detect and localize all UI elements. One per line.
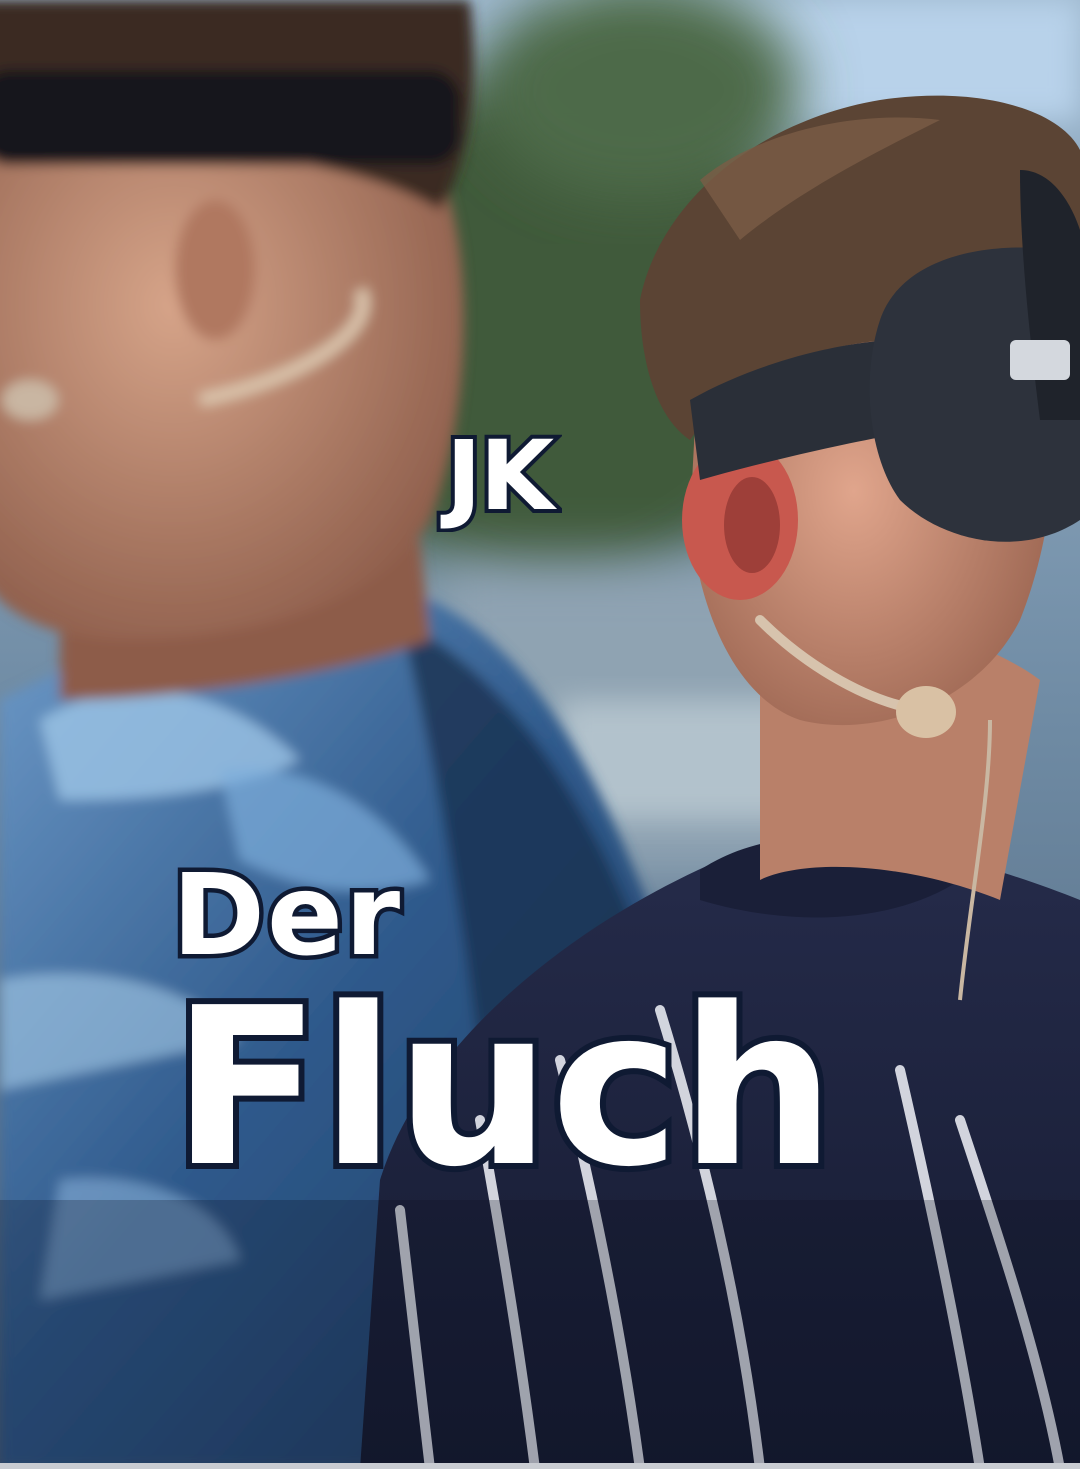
title-line-2: Fluch — [166, 962, 841, 1215]
author-initials: JK — [442, 420, 558, 532]
background-photo — [0, 0, 1080, 1469]
title-line-1: Der — [167, 851, 404, 981]
cover-poster: JK Der Fluch — [0, 0, 1080, 1469]
bottom-divider — [0, 1463, 1080, 1469]
